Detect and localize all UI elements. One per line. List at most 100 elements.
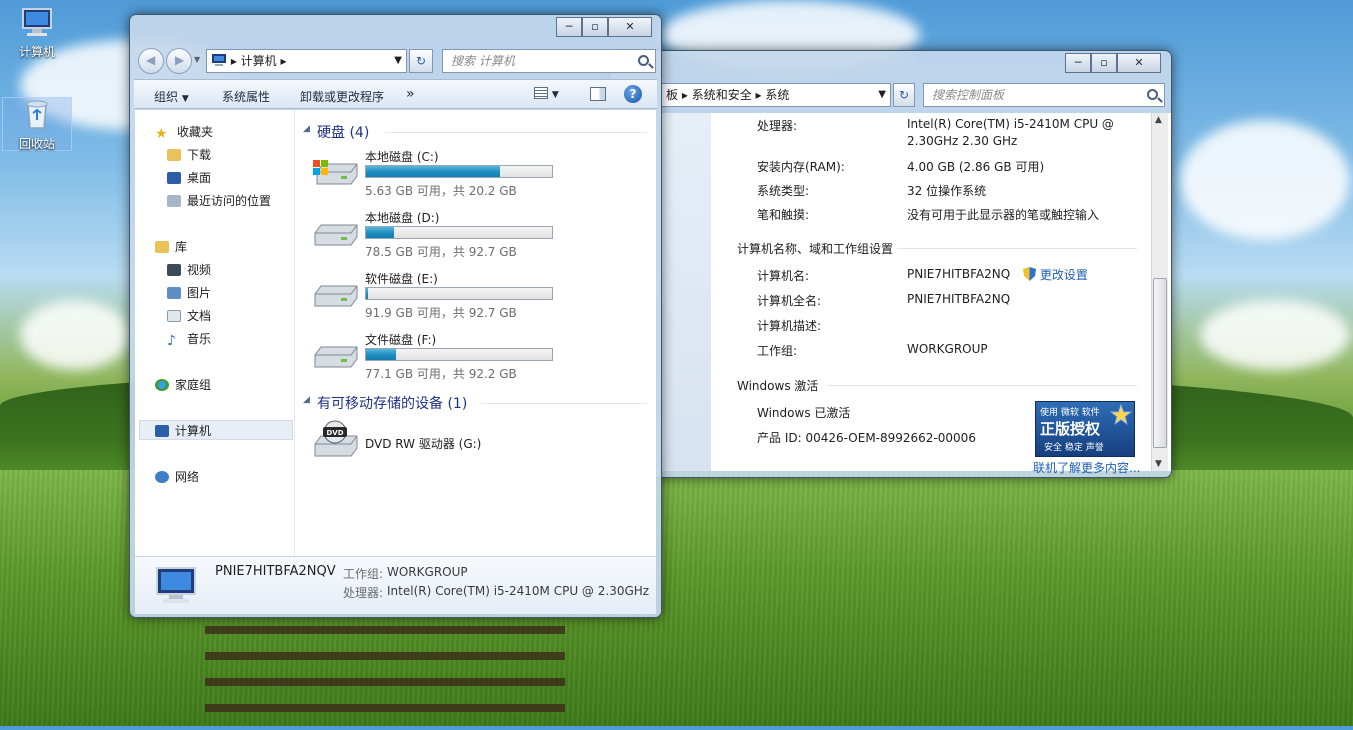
scroll-thumb[interactable] <box>1153 278 1167 448</box>
nav-label: 计算机 <box>175 424 212 438</box>
drive-usage-fill <box>366 349 396 360</box>
address-bar[interactable]: 板 ▸ 系统和安全 ▸ 系统 ▼ <box>661 83 891 107</box>
breadcrumb-separator-icon: ▸ <box>755 88 766 102</box>
drive-usage-bar <box>365 348 553 361</box>
computer-icon <box>155 425 169 437</box>
search-icon[interactable] <box>1147 89 1158 100</box>
drive-size: 5.63 GB 可用，共 20.2 GB <box>365 184 517 198</box>
drive-f[interactable]: 文件磁盘 (F:) 77.1 GB 可用，共 92.2 GB <box>313 331 573 387</box>
drive-usage-fill <box>366 288 368 299</box>
vertical-scrollbar[interactable]: ▲ ▼ <box>1151 113 1168 471</box>
scroll-down-icon[interactable]: ▼ <box>1155 459 1162 469</box>
change-settings-link[interactable]: 更改设置 <box>1023 266 1088 283</box>
maximize-button[interactable]: ▫ <box>582 17 608 37</box>
computer-icon <box>156 567 196 603</box>
removable-group-header[interactable]: 有可移动存储的设备 (1) <box>317 393 467 413</box>
nav-desktop[interactable]: 桌面 <box>167 168 211 188</box>
drive-name: 文件磁盘 (F:) <box>365 333 437 347</box>
drive-e[interactable]: 软件磁盘 (E:) 91.9 GB 可用，共 92.7 GB <box>313 270 573 326</box>
breadcrumb-part[interactable]: 系统和安全 <box>692 88 752 102</box>
back-button[interactable]: ◀ <box>138 48 164 74</box>
uninstall-program-button[interactable]: 卸载或更改程序 <box>300 88 384 105</box>
desktop-icon-recycle-bin[interactable]: 回收站 <box>2 97 72 151</box>
maximize-button[interactable]: ▫ <box>1091 53 1117 73</box>
search-input[interactable]: 搜索 计算机 <box>442 49 656 73</box>
music-icon: ♪ <box>167 333 176 349</box>
drive-d[interactable]: 本地磁盘 (D:) 78.5 GB 可用，共 92.7 GB <box>313 209 573 265</box>
nav-pictures[interactable]: 图片 <box>167 283 211 303</box>
desktop-icon <box>167 172 181 184</box>
collapse-arrow-icon[interactable]: ◢ <box>303 124 310 134</box>
recent-pages-chevron-icon[interactable]: ▼ <box>194 55 200 64</box>
organize-button[interactable]: 组织 ▼ <box>154 88 189 105</box>
help-button[interactable]: ? <box>624 85 642 103</box>
learn-more-link[interactable]: 联机了解更多内容... <box>1033 459 1140 476</box>
library-icon <box>155 241 169 253</box>
system-properties-button[interactable]: 系统属性 <box>222 88 270 105</box>
desktop-icon-computer[interactable]: 计算机 <box>2 6 72 60</box>
minimize-button[interactable]: ─ <box>556 17 582 37</box>
nav-documents[interactable]: 文档 <box>167 306 211 326</box>
chevron-down-icon[interactable]: ▼ <box>394 50 402 72</box>
back-arrow-icon: ◀ <box>146 53 156 67</box>
nav-favorites[interactable]: ★ 收藏夹 <box>155 122 213 142</box>
preview-pane-button[interactable] <box>590 87 606 104</box>
workgroup-label: 工作组: <box>757 344 798 358</box>
drive-c[interactable]: 本地磁盘 (C:) 5.63 GB 可用，共 20.2 GB <box>313 148 573 204</box>
drive-name: 本地磁盘 (D:) <box>365 211 440 225</box>
section-divider <box>897 248 1137 249</box>
view-options-button[interactable]: ▼ <box>534 86 559 100</box>
star-icon: ★ <box>155 126 168 142</box>
system-drive-icon <box>313 160 358 185</box>
refresh-button[interactable]: ↻ <box>893 83 915 107</box>
details-pane: PNIE7HITBFA2NQV 工作组: WORKGROUP 处理器: Inte… <box>135 556 656 614</box>
scroll-up-icon[interactable]: ▲ <box>1155 115 1162 125</box>
processor-value: Intel(R) Core(TM) i5-2410M CPU @ <box>907 117 1114 131</box>
nav-network[interactable]: 网络 <box>155 467 199 487</box>
svg-text:DVD: DVD <box>326 429 343 437</box>
hard-disks-group-header[interactable]: 硬盘 (4) <box>317 122 369 142</box>
nav-libraries[interactable]: 库 <box>155 237 187 257</box>
activation-section-title: Windows 激活 <box>737 379 819 393</box>
change-settings-label[interactable]: 更改设置 <box>1040 268 1088 282</box>
drive-usage-fill <box>366 227 394 238</box>
drive-name: 本地磁盘 (C:) <box>365 150 439 164</box>
nav-label: 最近访问的位置 <box>187 194 272 208</box>
left-strip <box>661 113 711 471</box>
forward-button[interactable]: ▶ <box>166 48 192 74</box>
close-button[interactable]: ✕ <box>608 17 652 37</box>
nav-label: 音乐 <box>187 332 212 346</box>
nav-music[interactable]: ♪ 音乐 <box>167 329 211 349</box>
documents-icon <box>167 310 181 322</box>
computer-name-section-title: 计算机名称、域和工作组设置 <box>737 242 894 256</box>
nav-homegroup[interactable]: 家庭组 <box>155 375 211 395</box>
drive-size: 77.1 GB 可用，共 92.2 GB <box>365 367 517 381</box>
address-bar[interactable]: ▸ 计算机 ▸ ▼ <box>206 49 407 73</box>
shield-icon <box>1023 267 1036 281</box>
nav-computer[interactable]: 计算机 <box>139 420 293 440</box>
minimize-button[interactable]: ─ <box>1065 53 1091 73</box>
recent-places-icon <box>167 195 181 207</box>
more-commands-button[interactable]: » <box>406 86 415 102</box>
search-icon[interactable] <box>638 55 649 66</box>
close-button[interactable]: ✕ <box>1117 53 1161 73</box>
search-input[interactable]: 搜索控制面板 <box>923 83 1165 107</box>
nav-downloads[interactable]: 下载 <box>167 145 211 165</box>
nav-videos[interactable]: 视频 <box>167 260 211 280</box>
refresh-button[interactable]: ↻ <box>409 49 433 73</box>
breadcrumb-computer[interactable]: 计算机 <box>241 54 277 68</box>
collapse-arrow-icon[interactable]: ◢ <box>303 395 310 405</box>
pen-touch-label: 笔和触摸: <box>757 208 810 222</box>
downloads-folder-icon <box>167 149 181 161</box>
recycle-bin-icon <box>26 100 48 129</box>
genuine-badge[interactable]: 使用 微软 软件 正版授权 安全 稳定 声誉 <box>1035 401 1135 457</box>
drive-name: DVD RW 驱动器 (G:) <box>365 437 482 451</box>
nav-recent-places[interactable]: 最近访问的位置 <box>167 191 271 211</box>
nav-label: 库 <box>175 240 188 254</box>
system-type-label: 系统类型: <box>757 184 810 198</box>
chevron-down-icon[interactable]: ▼ <box>878 84 886 106</box>
address-row: 板 ▸ 系统和安全 ▸ 系统 ▼ ↻ 搜索控制面板 <box>611 77 1171 109</box>
breadcrumb-part[interactable]: 板 <box>666 88 678 102</box>
breadcrumb-part[interactable]: 系统 <box>765 88 789 102</box>
drive-dvd[interactable]: DVD DVD RW 驱动器 (G:) <box>313 418 573 474</box>
